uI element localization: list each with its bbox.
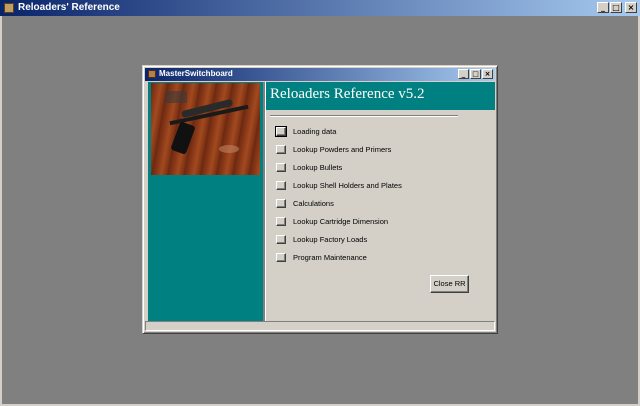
app-icon xyxy=(4,2,14,13)
menu-label: Lookup Factory Loads xyxy=(293,234,368,244)
menu-item-lookup-cartridge[interactable]: Lookup Cartridge Dimension xyxy=(276,212,402,230)
header-band: Reloaders Reference v5.2 xyxy=(266,82,495,110)
app-window-title: Reloaders' Reference xyxy=(18,2,120,13)
menu-button-lookup-shell-holders[interactable] xyxy=(276,180,286,190)
app-title-area: Reloaders' Reference xyxy=(4,2,120,13)
dialog-maximize-button[interactable]: □ xyxy=(470,69,481,79)
menu-item-program-maintenance[interactable]: Program Maintenance xyxy=(276,248,402,266)
menu-label: Calculations xyxy=(293,198,334,208)
left-teal-panel xyxy=(148,82,263,321)
dialog-title-bar[interactable]: MasterSwitchboard _ □ × xyxy=(145,68,495,81)
menu-label: Lookup Powders and Primers xyxy=(293,144,392,154)
dialog-title-area: MasterSwitchboard xyxy=(148,69,233,78)
menu-item-calculations[interactable]: Calculations xyxy=(276,194,402,212)
app-title: Reloaders Reference v5.2 xyxy=(270,86,425,102)
switchboard-menu: Loading data Lookup Powders and Primers … xyxy=(275,122,402,266)
separator-line xyxy=(270,115,458,117)
close-button[interactable]: × xyxy=(625,2,637,13)
dialog-title: MasterSwitchboard xyxy=(159,69,233,78)
dialog-icon xyxy=(148,69,156,78)
dialog-close-button[interactable]: × xyxy=(482,69,493,79)
pistol-image xyxy=(165,91,249,154)
menu-button-lookup-bullets[interactable] xyxy=(276,162,286,172)
minimize-button[interactable]: _ xyxy=(597,2,609,13)
menu-button-lookup-factory-loads[interactable] xyxy=(276,234,286,244)
menu-button-lookup-cartridge[interactable] xyxy=(276,216,286,226)
menu-item-lookup-bullets[interactable]: Lookup Bullets xyxy=(276,158,402,176)
menu-button-program-maintenance[interactable] xyxy=(276,252,286,262)
status-bar xyxy=(145,321,495,331)
dialog-window-controls: _ □ × xyxy=(458,69,493,79)
master-switchboard-dialog: MasterSwitchboard _ □ × Reloaders Refere… xyxy=(142,65,498,334)
menu-button-loading-data[interactable] xyxy=(275,125,287,137)
maximize-button[interactable]: □ xyxy=(610,2,622,13)
app-title-bar[interactable]: Reloaders' Reference _ □ × xyxy=(0,0,640,16)
menu-item-lookup-factory-loads[interactable]: Lookup Factory Loads xyxy=(276,230,402,248)
menu-label: Program Maintenance xyxy=(293,252,367,262)
menu-item-lookup-shell-holders[interactable]: Lookup Shell Holders and Plates xyxy=(276,176,402,194)
menu-label: Lookup Shell Holders and Plates xyxy=(293,180,402,190)
menu-label: Lookup Bullets xyxy=(293,162,343,172)
menu-item-lookup-powders[interactable]: Lookup Powders and Primers xyxy=(276,140,402,158)
menu-button-calculations[interactable] xyxy=(276,198,286,208)
menu-label: Loading data xyxy=(293,126,337,136)
menu-label: Lookup Cartridge Dimension xyxy=(293,216,389,226)
menu-button-lookup-powders[interactable] xyxy=(276,144,286,154)
dialog-minimize-button[interactable]: _ xyxy=(458,69,469,79)
pistol-photo xyxy=(151,83,260,175)
window-controls: _ □ × xyxy=(597,2,637,13)
menu-item-loading-data[interactable]: Loading data xyxy=(275,122,402,140)
close-rr-button[interactable]: Close RR xyxy=(430,275,469,293)
panel-divider xyxy=(263,82,266,321)
